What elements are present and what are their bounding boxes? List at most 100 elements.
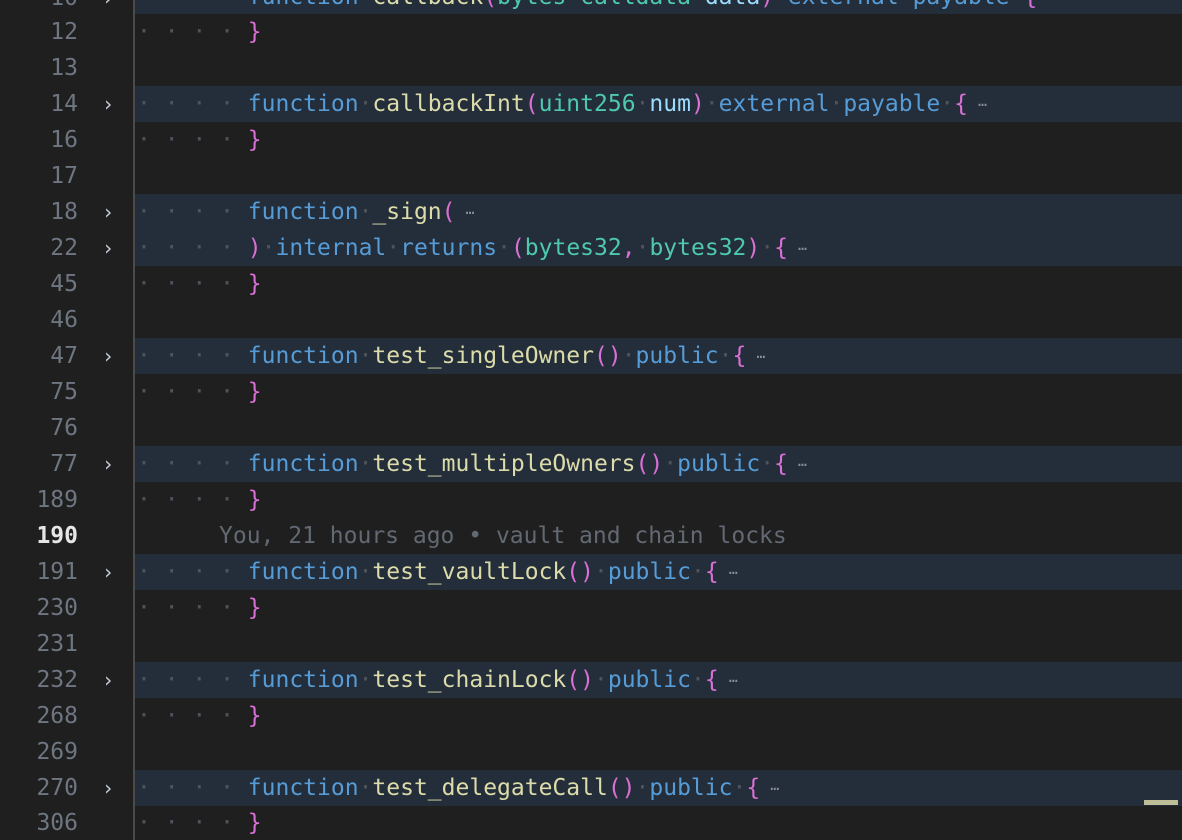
fold-chevron-icon[interactable]: › [98, 554, 118, 590]
line-number: 231 [36, 631, 78, 657]
code-editor[interactable]: 10›· · · · function·callback(bytes·calld… [0, 0, 1182, 840]
line-number: 12 [50, 19, 78, 45]
editor-line-row[interactable]: 232 › · · · · function·test_chainLock()·pu… [0, 662, 1182, 698]
whitespace-dots: · · · · [137, 199, 248, 225]
editor-line-row[interactable]: 10›· · · · function·callback(bytes·calld… [0, 0, 1182, 14]
editor-line-row[interactable]: 306 · · · · } [0, 806, 1182, 840]
editor-line-row[interactable]: 47 › · · · · function·test_singleOwner()·p… [0, 338, 1182, 374]
code-line-content[interactable] [133, 410, 1182, 446]
code-line-content[interactable]: · · · · } [133, 14, 1182, 50]
editor-line-row[interactable]: 191 › · · · · function·test_vaultLock()·pu… [0, 554, 1182, 590]
fold-chevron-icon[interactable]: › [98, 662, 118, 698]
code-token-brace: { [774, 235, 788, 261]
code-token-ws: · [386, 235, 401, 261]
fold-chevron-icon[interactable]: › [98, 230, 118, 266]
code-token-brace: } [247, 703, 262, 729]
code-line-content[interactable]: · · · · function·test_delegateCall()·pub… [133, 770, 1182, 806]
editor-line-row[interactable]: 189 · · · · } [0, 482, 1182, 518]
line-number: 45 [50, 271, 78, 297]
code-line-content[interactable]: · · · · } [133, 122, 1182, 158]
git-blame-annotation[interactable]: You, 21 hours ago • vault and chain lock… [133, 518, 787, 554]
editor-line-row[interactable]: 18 › · · · · function·_sign( ⋯ [0, 194, 1182, 230]
whitespace-dots: · · · · [137, 0, 248, 10]
code-token-ws: · [635, 235, 650, 261]
code-line-content[interactable]: · · · · } [133, 482, 1182, 518]
code-token-punct: () [593, 343, 622, 369]
editor-line-row[interactable]: 231 [0, 626, 1182, 662]
code-line-content[interactable]: · · · · function·callback(bytes·calldata… [133, 0, 1182, 11]
editor-line-row[interactable]: 12 · · · · } [0, 14, 1182, 50]
code-line-content[interactable] [133, 158, 1182, 194]
editor-line-row[interactable]: 230 · · · · } [0, 590, 1182, 626]
editor-gutter: 16 [0, 122, 133, 158]
code-token-kw: external [788, 0, 899, 10]
code-line-content[interactable]: · · · · )·internal·returns·(bytes32,·byt… [133, 230, 1182, 266]
editor-line-row[interactable]: 270 › · · · · function·test_delegateCall()… [0, 770, 1182, 806]
code-token-kw: function [247, 343, 359, 369]
editor-line-row[interactable]: 46 [0, 302, 1182, 338]
code-token-kw: payable [843, 91, 941, 117]
code-line-content[interactable]: · · · · function·test_vaultLock()·public… [133, 554, 1182, 590]
code-line-content[interactable]: · · · · } [133, 806, 1182, 840]
fold-chevron-icon[interactable]: › [98, 194, 118, 230]
fold-chevron-icon[interactable]: › [98, 86, 118, 122]
code-token-punct: () [635, 451, 664, 477]
code-token-ws: · [621, 343, 636, 369]
code-token-brace: } [247, 810, 262, 836]
code-token-ws: · [940, 91, 955, 117]
editor-line-row[interactable]: 14 › · · · · function·callbackInt(uint256·… [0, 86, 1182, 122]
code-token-ws: · [358, 91, 373, 117]
code-token-brace: } [247, 271, 262, 297]
fold-chevron-icon[interactable]: › [98, 338, 118, 374]
editor-blame-row[interactable]: 190 You, 21 hours ago • vault and chain l… [0, 518, 1182, 554]
editor-line-row[interactable]: 269 [0, 734, 1182, 770]
code-line-content[interactable]: · · · · function·test_chainLock()·public… [133, 662, 1182, 698]
code-token-ws: · [359, 0, 373, 10]
line-number: 14 [50, 91, 78, 117]
code-token-fn: _sign [372, 199, 442, 225]
fold-chevron-icon[interactable]: › [98, 770, 118, 806]
code-line-content[interactable]: · · · · } [133, 374, 1182, 410]
code-line-content[interactable]: · · · · } [133, 266, 1182, 302]
editor-line-row[interactable]: 17 [0, 158, 1182, 194]
editor-gutter: 191 › [0, 554, 133, 590]
fold-chevron-icon[interactable]: › [98, 446, 118, 482]
editor-line-row[interactable]: 22 › · · · · )·internal·returns·(bytes32,·… [0, 230, 1182, 266]
code-token-brace: } [247, 379, 262, 405]
editor-gutter: 269 [0, 734, 133, 770]
code-token-punct: ( [483, 0, 497, 10]
editor-line-row[interactable]: 16 · · · · } [0, 122, 1182, 158]
editor-line-row[interactable]: 77 › · · · · function·test_multipleOwners(… [0, 446, 1182, 482]
code-line-content[interactable]: · · · · function·callbackInt(uint256·num… [133, 86, 1182, 122]
line-number: 191 [36, 559, 78, 585]
editor-line-row[interactable]: 268 · · · · } [0, 698, 1182, 734]
code-line-content[interactable]: · · · · function·test_singleOwner()·publ… [133, 338, 1182, 374]
code-token-kw: external [718, 91, 830, 117]
code-line-content[interactable] [133, 626, 1182, 662]
editor-line-row[interactable]: 75 · · · · } [0, 374, 1182, 410]
code-token-fold-ell: ⋯ [787, 239, 809, 258]
code-token-type: uint256 [538, 91, 636, 117]
editor-gutter: 231 [0, 626, 133, 662]
code-token-kw: function [248, 0, 359, 10]
code-line-content[interactable] [133, 302, 1182, 338]
line-number: 306 [36, 810, 78, 836]
code-token-punct: () [566, 559, 594, 585]
code-token-ws: · [358, 667, 373, 693]
code-line-content[interactable] [133, 734, 1182, 770]
editor-line-row[interactable]: 13 [0, 50, 1182, 86]
code-token-ws: · [635, 91, 650, 117]
code-line-content[interactable]: · · · · } [133, 590, 1182, 626]
editor-gutter: 13 [0, 50, 133, 86]
code-line-content[interactable] [133, 50, 1182, 86]
editor-gutter: 18 › [0, 194, 133, 230]
whitespace-dots: · · · · [137, 487, 248, 513]
code-line-content[interactable]: · · · · function·test_multipleOwners()·p… [133, 446, 1182, 482]
code-line-content[interactable]: · · · · function·_sign( ⋯ [133, 194, 1182, 230]
code-line-content[interactable]: · · · · } [133, 698, 1182, 734]
editor-line-row[interactable]: 76 [0, 410, 1182, 446]
line-number: 46 [50, 307, 78, 333]
code-token-kw: public [677, 451, 761, 477]
code-token-type: bytes32 [649, 235, 747, 261]
editor-line-row[interactable]: 45 · · · · } [0, 266, 1182, 302]
